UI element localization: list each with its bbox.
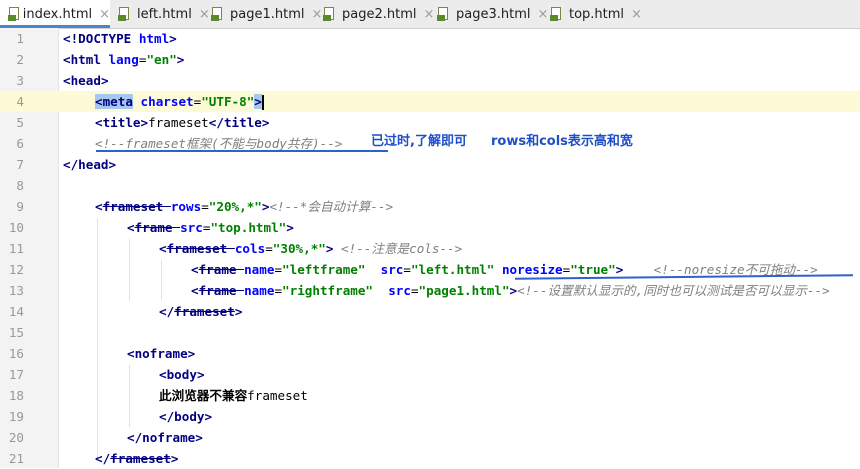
- line-number: 16: [8, 346, 24, 361]
- html-file-icon: [437, 7, 451, 21]
- line-number: 18: [8, 388, 24, 403]
- code-line-1[interactable]: 1 <!DOCTYPE html>: [0, 28, 860, 49]
- tab-label: index.html: [22, 6, 93, 22]
- code-text[interactable]: </head>: [63, 154, 116, 175]
- code-line-4-current[interactable]: 4 <meta charset="UTF-8">: [0, 91, 860, 112]
- html-file-icon: [550, 7, 564, 21]
- html-file-icon: [211, 7, 225, 21]
- code-text[interactable]: <frameset rows="20%,*"><!--*会自动计算-->: [95, 196, 393, 217]
- code-line-20[interactable]: 20 </noframe>: [0, 427, 860, 448]
- line-number: 9: [16, 199, 24, 214]
- code-line-14[interactable]: 14 </frameset>: [0, 301, 860, 322]
- code-text[interactable]: <html lang="en">: [63, 49, 184, 70]
- code-text[interactable]: <body>: [159, 364, 205, 385]
- line-number: 17: [8, 367, 24, 382]
- code-text[interactable]: <head>: [63, 70, 109, 91]
- tab-top-html[interactable]: top.html ×: [550, 0, 642, 28]
- tab-label: page3.html: [456, 6, 531, 22]
- code-line-13[interactable]: 13 <frame name="rightframe" src="page1.h…: [0, 280, 860, 301]
- code-text[interactable]: 此浏览器不兼容frameset: [159, 385, 308, 406]
- line-number: 21: [8, 451, 24, 466]
- tab-page3-html[interactable]: page3.html ×: [437, 0, 548, 28]
- line-number: 2: [16, 52, 24, 67]
- code-line-2[interactable]: 2 <html lang="en">: [0, 49, 860, 70]
- code-line-19[interactable]: 19 </body>: [0, 406, 860, 427]
- code-line-17[interactable]: 17 <body>: [0, 364, 860, 385]
- text-caret: [261, 95, 264, 110]
- html-file-icon: [323, 7, 337, 21]
- line-number: 13: [8, 283, 24, 298]
- code-text[interactable]: </frameset>: [95, 448, 178, 469]
- annotation-rows-cols: rows和cols表示高和宽: [491, 134, 633, 149]
- pen-underline: [96, 150, 388, 152]
- line-number: 5: [16, 115, 24, 130]
- line-number: 8: [16, 178, 24, 193]
- line-number: 3: [16, 73, 24, 88]
- line-number: 19: [8, 409, 24, 424]
- close-icon[interactable]: ×: [99, 7, 110, 22]
- code-line-10[interactable]: 10 <frame src="top.html">: [0, 217, 860, 238]
- tab-page2-html[interactable]: page2.html ×: [323, 0, 434, 28]
- code-line-7[interactable]: 7 </head>: [0, 154, 860, 175]
- tab-left-html[interactable]: left.html ×: [118, 0, 210, 28]
- close-icon[interactable]: ×: [423, 7, 434, 22]
- tab-label: left.html: [137, 6, 192, 22]
- code-line-16[interactable]: 16 <noframe>: [0, 343, 860, 364]
- close-icon[interactable]: ×: [631, 7, 642, 22]
- code-text[interactable]: <title>frameset</title>: [95, 112, 269, 133]
- line-number: 20: [8, 430, 24, 445]
- line-number: 6: [16, 136, 24, 151]
- tab-page1-html[interactable]: page1.html ×: [211, 0, 322, 28]
- code-text[interactable]: <meta charset="UTF-8">: [95, 91, 264, 112]
- line-number: 12: [8, 262, 24, 277]
- line-number: 7: [16, 157, 24, 172]
- editor-tab-bar: index.html × left.html × page1.html × pa…: [0, 0, 860, 29]
- code-text[interactable]: <noframe>: [127, 343, 195, 364]
- close-icon[interactable]: ×: [537, 7, 548, 22]
- line-number: 11: [8, 241, 24, 256]
- code-text[interactable]: </frameset>: [159, 301, 242, 322]
- tab-label: page1.html: [230, 6, 305, 22]
- line-number: 14: [8, 304, 24, 319]
- code-line-11[interactable]: 11 <frameset cols="30%,*"> <!--注意是cols--…: [0, 238, 860, 259]
- line-number: 10: [8, 220, 24, 235]
- html-file-icon: [8, 7, 19, 21]
- html-file-icon: [118, 7, 132, 21]
- code-line-8[interactable]: 8: [0, 175, 860, 196]
- code-line-9[interactable]: 9 <frameset rows="20%,*"><!--*会自动计算-->: [0, 196, 860, 217]
- line-number: 1: [16, 31, 24, 46]
- code-line-18[interactable]: 18 此浏览器不兼容frameset: [0, 385, 860, 406]
- code-line-15[interactable]: 15: [0, 322, 860, 343]
- code-line-3[interactable]: 3 <head>: [0, 70, 860, 91]
- annotation-deprecated: 已过时,了解即可: [371, 134, 467, 149]
- close-icon[interactable]: ×: [199, 7, 210, 22]
- tab-label: top.html: [569, 6, 625, 22]
- code-line-21[interactable]: 21 </frameset>: [0, 448, 860, 469]
- code-text[interactable]: </noframe>: [127, 427, 203, 448]
- tab-index-html[interactable]: index.html ×: [0, 0, 110, 28]
- line-number: 4: [16, 94, 24, 109]
- close-icon[interactable]: ×: [311, 7, 322, 22]
- code-text[interactable]: <frame name="rightframe" src="page1.html…: [191, 280, 830, 301]
- code-text[interactable]: <!DOCTYPE html>: [63, 28, 177, 49]
- code-text[interactable]: <frame src="top.html">: [127, 217, 294, 238]
- line-number: 15: [8, 325, 24, 340]
- tab-label: page2.html: [342, 6, 417, 22]
- code-text[interactable]: <frameset cols="30%,*"> <!--注意是cols-->: [159, 238, 462, 259]
- code-text[interactable]: </body>: [159, 406, 212, 427]
